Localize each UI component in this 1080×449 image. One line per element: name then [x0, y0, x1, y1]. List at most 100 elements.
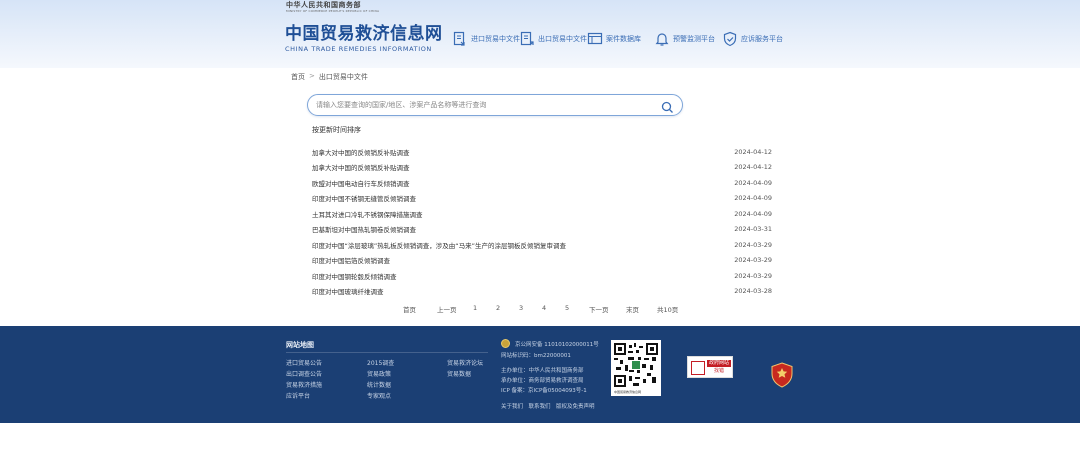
page-next-button[interactable]: 下一页: [589, 304, 609, 314]
footer-bottom-links[interactable]: 关于我们 联系我们 版权及免责声明: [501, 402, 595, 410]
item-title[interactable]: 印度对中国“涂层玻璃”热轧板反倾销调查，涉及由“马来”生产的涂层钢板反倾销复审调…: [312, 240, 566, 250]
security-shield-icon[interactable]: [770, 362, 794, 388]
footer-link[interactable]: 出口调查公告: [286, 369, 322, 378]
item-date: 2024-04-12: [734, 147, 772, 156]
item-date: 2024-04-09: [734, 209, 772, 218]
page-bottom-space: [0, 423, 1080, 449]
page-number-5[interactable]: 5: [565, 304, 569, 312]
footer-record-1[interactable]: 京公网安备 11010102000011号: [515, 340, 599, 348]
shield-icon: [722, 31, 738, 47]
item-date: 2024-03-29: [734, 256, 772, 265]
nav-label: 应诉服务平台: [741, 35, 783, 43]
gov-badge-top: 政府网站: [707, 360, 731, 367]
list-item[interactable]: 印度对中国铝箔反倾销调查 2024-03-29: [312, 253, 772, 269]
item-date: 2024-03-29: [734, 271, 772, 280]
list-item[interactable]: 印度对中国玻璃纤维调查 2024-03-28: [312, 284, 772, 300]
item-title[interactable]: 印度对中国玻璃纤维调查: [312, 286, 384, 296]
search-input[interactable]: [316, 98, 656, 112]
footer-title: 网站地图: [286, 341, 314, 349]
bell-icon: [654, 31, 670, 47]
footer-divider: [286, 352, 488, 353]
footer-link[interactable]: 贸易救济措施: [286, 380, 322, 389]
qr-code: 中国贸易救济信息网: [611, 340, 661, 396]
item-title[interactable]: 加拿大对中国的反倾销反补贴调查: [312, 162, 410, 172]
page-prev-button[interactable]: 上一页: [437, 304, 457, 314]
footer-link[interactable]: 进口贸易公告: [286, 358, 322, 367]
item-title[interactable]: 印度对中国钢轮毂反倾销调查: [312, 271, 397, 281]
gov-badge-bottom: 找错: [713, 368, 724, 374]
nav-label: 出口贸易中文件: [538, 35, 587, 43]
item-title[interactable]: 巴基斯坦对中国热轧钢卷反倾销调查: [312, 224, 416, 234]
item-title[interactable]: 土耳其对进口冷轧不锈钢保障措施调查: [312, 209, 423, 219]
search-box: [307, 94, 683, 116]
footer-icp[interactable]: ICP 备案：京ICP备05004093号-1: [501, 386, 587, 394]
document-list: 加拿大对中国的反倾销反补贴调查 2024-04-12 加拿大对中国的反倾销反补贴调…: [312, 144, 772, 299]
page-total: 共10页: [657, 306, 679, 314]
list-item[interactable]: 加拿大对中国的反倾销反补贴调查 2024-04-12: [312, 160, 772, 176]
breadcrumb-separator: >: [309, 72, 315, 80]
gov-website-badge[interactable]: 政府网站 找错: [687, 356, 733, 378]
list-item[interactable]: 印度对中国钢轮毂反倾销调查 2024-03-29: [312, 268, 772, 284]
nav-label: 案件数据库: [606, 35, 641, 43]
nav-item-export-docs[interactable]: 出口贸易中文件: [519, 30, 587, 48]
page-number-2[interactable]: 2: [496, 304, 500, 312]
footer-link[interactable]: 统计数据: [367, 380, 391, 389]
item-date: 2024-03-29: [734, 240, 772, 249]
ministry-brand[interactable]: 中华人民共和国商务部 MINISTRY OF COMMERCE PEOPLE'S…: [286, 1, 379, 13]
page-number-3[interactable]: 3: [519, 304, 523, 312]
qr-code-icon: [614, 343, 658, 387]
search-icon[interactable]: [661, 99, 674, 113]
breadcrumb: 首页 > 出口贸易中文件: [291, 72, 368, 82]
breadcrumb-home[interactable]: 首页: [291, 72, 305, 82]
item-title[interactable]: 印度对中国铝箔反倾销调查: [312, 255, 390, 265]
ministry-name-en: MINISTRY OF COMMERCE PEOPLE'S REPUBLIC O…: [286, 9, 380, 13]
footer-link[interactable]: 2015调查: [367, 358, 394, 367]
list-item[interactable]: 土耳其对进口冷轧不锈钢保障措施调查 2024-04-09: [312, 206, 772, 222]
footer-organizer: 承办单位：商务部贸易救济调查局: [501, 378, 584, 384]
page-number-1[interactable]: 1: [473, 304, 477, 312]
ministry-name-cn: 中华人民共和国商务部: [286, 1, 361, 9]
site-logo-cn: 中国贸易救济信息网: [285, 24, 443, 44]
item-date: 2024-03-31: [734, 225, 772, 234]
site-footer: 网站地图 进口贸易公告 出口调查公告 贸易救济措施 应诉平台 2015调查 贸易…: [0, 326, 1080, 423]
item-date: 2024-03-28: [734, 287, 772, 296]
item-date: 2024-04-09: [734, 178, 772, 187]
qr-caption: 中国贸易救济信息网: [614, 390, 642, 394]
gov-mark-icon: [691, 361, 705, 375]
item-title[interactable]: 加拿大对中国的反倾销反补贴调查: [312, 147, 410, 157]
nav-item-import-docs[interactable]: 进口贸易中文件: [452, 30, 520, 48]
footer-link[interactable]: 贸易救济论坛: [447, 358, 483, 367]
list-item[interactable]: 加拿大对中国的反倾销反补贴调查 2024-04-12: [312, 144, 772, 160]
page-number-4[interactable]: 4: [542, 304, 546, 312]
site-logo[interactable]: 中国贸易救济信息网 CHINA TRADE REMEDIES INFORMATI…: [285, 24, 443, 54]
police-emblem-icon: [501, 339, 510, 348]
footer-link[interactable]: 贸易数据: [447, 369, 471, 378]
nav-label: 进口贸易中文件: [471, 35, 520, 43]
site-logo-en: CHINA TRADE REMEDIES INFORMATION: [285, 45, 432, 53]
nav-item-case-database[interactable]: 案件数据库: [587, 30, 641, 48]
export-document-icon: [519, 31, 535, 47]
footer-record-2: 网站标识码：bm22000001: [501, 353, 571, 359]
nav-item-response-platform[interactable]: 应诉服务平台: [722, 30, 783, 48]
list-item[interactable]: 巴基斯坦对中国热轧钢卷反倾销调查 2024-03-31: [312, 222, 772, 238]
page-last-button[interactable]: 末页: [626, 304, 639, 314]
item-title[interactable]: 欧盟对中国电动自行车反倾销调查: [312, 178, 410, 188]
breadcrumb-current: 出口贸易中文件: [318, 73, 368, 81]
footer-link[interactable]: 应诉平台: [286, 391, 310, 400]
footer-sponsor: 主办单位：中华人民共和国商务部: [501, 368, 584, 374]
import-document-icon: [452, 31, 468, 47]
case-database-icon: [587, 31, 603, 47]
item-title[interactable]: 印度对中国不锈钢无缝管反倾销调查: [312, 193, 416, 203]
footer-link[interactable]: 贸易政策: [367, 369, 391, 378]
nav-item-warning-platform[interactable]: 预警监测平台: [654, 30, 715, 48]
item-date: 2024-04-09: [734, 194, 772, 203]
list-item[interactable]: 印度对中国“涂层玻璃”热轧板反倾销调查，涉及由“马来”生产的涂层钢板反倾销复审调…: [312, 237, 772, 253]
page-first-button[interactable]: 首页: [403, 304, 416, 314]
sort-label: 按更新时间排序: [312, 126, 361, 134]
site-header: 中华人民共和国商务部 MINISTRY OF COMMERCE PEOPLE'S…: [0, 0, 1080, 68]
list-item[interactable]: 欧盟对中国电动自行车反倾销调查 2024-04-09: [312, 175, 772, 191]
list-item[interactable]: 印度对中国不锈钢无缝管反倾销调查 2024-04-09: [312, 191, 772, 207]
footer-link[interactable]: 专家观点: [367, 391, 391, 400]
item-date: 2024-04-12: [734, 163, 772, 172]
nav-label: 预警监测平台: [673, 35, 715, 43]
